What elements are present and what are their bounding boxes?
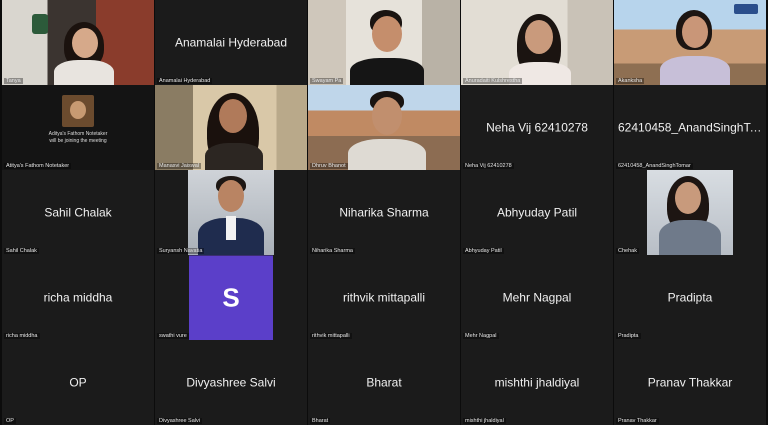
participant-name-label: Mehr Nagpal [463,333,499,339]
participant-grid: Tanya Anamalai Hyderabad Anamalai Hydera… [0,0,768,425]
participant-profile-photo [647,170,733,255]
participant-name-label: Divyashree Salvi [157,418,202,424]
participant-tile-neha[interactable]: Neha Vij 62410278 Neha Vij 62410278 [461,85,613,170]
participant-display-name: Mehr Nagpal [502,289,572,304]
participant-display-name: Bharat [366,374,402,389]
participant-video [2,0,154,85]
participant-name-label: 62410458_AnandSinghTomar [616,163,693,169]
participant-display-name: Anamalai Hyderabad [174,34,288,49]
participant-video [614,0,766,85]
participant-name-label: Abhyuday Patil [463,248,504,254]
participant-tile-manasvi[interactable]: Manasvi Jaiswal [155,85,307,170]
participant-tile-suryansh[interactable]: Suryansh Navatia [155,170,307,255]
participant-name-label: mishthi jhaldiyal [463,418,506,424]
notetaker-thumbnail [62,95,94,127]
notetaker-message-line1: Aditya's Fathom Notetaker [48,131,108,137]
participant-name-label: Sahil Chalak [4,248,39,254]
participant-name-label: swathi vure [157,333,189,339]
participant-tile-op[interactable]: OP OP [2,340,154,425]
participant-tile-bharat[interactable]: Bharat Bharat [308,340,460,425]
participant-display-name: richa middha [43,289,113,304]
participant-name-label: Akanksha [616,78,645,84]
participant-name-label: Swayam Pa [310,78,344,84]
participant-display-name: Sahil Chalak [44,204,112,219]
participant-tile-tanya[interactable]: Tanya [2,0,154,85]
participant-name-label: Anuradaiti Kulshrestha [463,78,523,84]
participant-name-label: Atitya's Fathom Notetaker [4,163,72,169]
participant-tile-chehak[interactable]: Chehak [614,170,766,255]
participant-tile-abhyuday[interactable]: Abhyuday Patil Abhyuday Patil [461,170,613,255]
participant-tile-swathi[interactable]: S swathi vure [155,255,307,340]
participant-display-name: Niharika Sharma [339,204,429,219]
participant-tile-richa[interactable]: richa middha richa middha [2,255,154,340]
participant-name-label: rithvik mittapalli [310,333,352,339]
participant-avatar: S [189,255,273,340]
participant-name-label: Neha Vij 62410278 [463,163,514,169]
participant-display-name: Pradipta [667,289,713,304]
participant-tile-rithvik[interactable]: rithvik mittapalli rithvik mittapalli [308,255,460,340]
participant-display-name: rithvik mittapalli [342,289,426,304]
participant-display-name: Abhyuday Patil [496,204,578,219]
participant-tile-niharika[interactable]: Niharika Sharma Niharika Sharma [308,170,460,255]
participant-tile-notetaker[interactable]: Aditya's Fathom Notetaker will be joinin… [2,85,154,170]
participant-name-label: Pradipta [616,333,641,339]
participant-tile-anuradaiti[interactable]: Anuradaiti Kulshrestha [461,0,613,85]
participant-profile-photo [188,170,274,255]
participant-name-label: Pranav Thakkar [616,418,659,424]
participant-video [461,0,613,85]
participant-name-label: richa middha [4,333,40,339]
participant-tile-pradipta[interactable]: Pradipta Pradipta [614,255,766,340]
participant-video [308,85,460,170]
participant-tile-mehr[interactable]: Mehr Nagpal Mehr Nagpal [461,255,613,340]
participant-tile-sahil[interactable]: Sahil Chalak Sahil Chalak [2,170,154,255]
participant-name-label: Dhruv Bhanot [310,163,348,169]
participant-display-name: mishthi jhaldiyal [494,374,580,389]
participant-tile-mishthi[interactable]: mishthi jhaldiyal mishthi jhaldiyal [461,340,613,425]
participant-video [308,0,460,85]
participant-display-name: Divyashree Salvi [186,374,276,389]
participant-tile-pranav[interactable]: Pranav Thakkar Pranav Thakkar [614,340,766,425]
participant-name-label: Chehak [616,248,639,254]
participant-name-label: Anamalai Hyderabad [157,78,213,84]
participant-display-name: OP [69,374,87,389]
participant-display-name: Pranav Thakkar [647,374,733,389]
notetaker-message-line2: will be joining the meeting [49,138,107,144]
participant-name-label: Suryansh Navatia [157,248,205,254]
participant-display-name: Neha Vij 62410278 [486,119,588,134]
participant-video [155,85,307,170]
participant-tile-dhruv[interactable]: Dhruv Bhanot [308,85,460,170]
participant-name-label: OP [4,418,16,424]
participant-tile-divyashree[interactable]: Divyashree Salvi Divyashree Salvi [155,340,307,425]
participant-tile-anand[interactable]: 62410458_AnandSinghTomar 62410458_AnandS… [614,85,766,170]
participant-display-name: 62410458_AnandSinghTomar [618,119,766,134]
participant-name-label: Tanya [4,78,23,84]
participant-tile-anamalai[interactable]: Anamalai Hyderabad Anamalai Hyderabad [155,0,307,85]
participant-tile-akanksha[interactable]: Akanksha [614,0,766,85]
participant-name-label: Niharika Sharma [310,248,355,254]
participant-name-label: Bharat [310,418,331,424]
participant-name-label: Manasvi Jaiswal [157,163,202,169]
participant-tile-swayam[interactable]: Swayam Pa [308,0,460,85]
